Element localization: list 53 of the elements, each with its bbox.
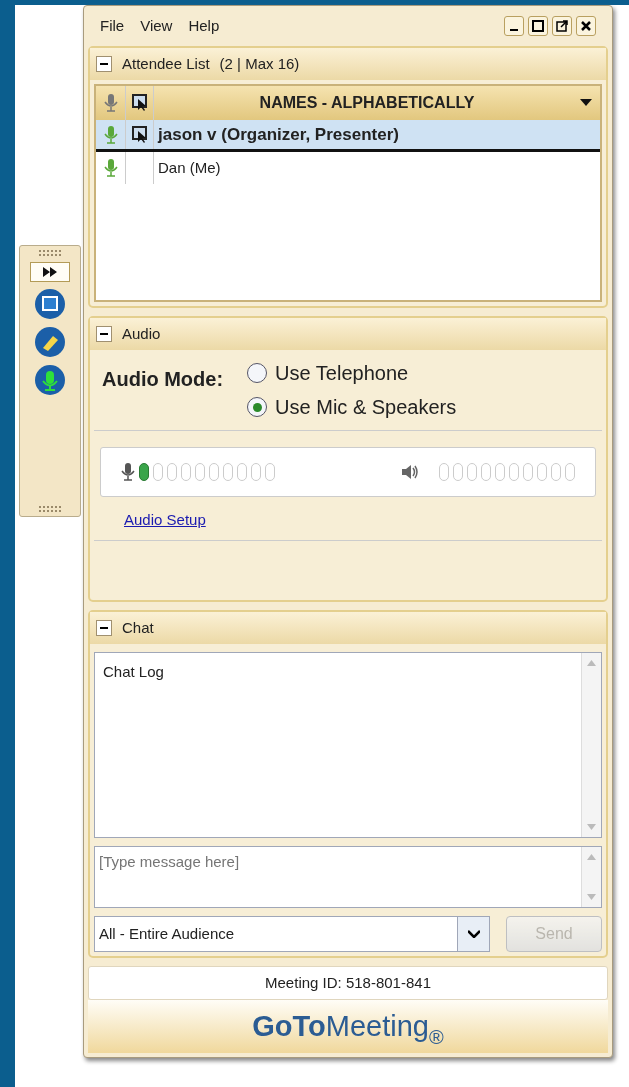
- fast-forward-icon: [43, 267, 57, 277]
- popout-button[interactable]: [552, 16, 572, 36]
- meeting-id: Meeting ID: 518-801-841: [88, 966, 608, 1000]
- microphone-icon: [121, 463, 135, 481]
- collapse-button[interactable]: [96, 620, 112, 636]
- panel-title: Audio: [122, 323, 161, 344]
- maximize-button[interactable]: [528, 16, 548, 36]
- panel-title: Attendee List: [122, 53, 210, 74]
- dropdown-arrow-icon[interactable]: [580, 99, 592, 107]
- grip-handle[interactable]: [39, 506, 61, 512]
- radio-button[interactable]: [247, 363, 268, 383]
- collapse-button[interactable]: [96, 56, 112, 72]
- audio-setup-link[interactable]: Audio Setup: [124, 511, 206, 528]
- recipient-dropdown[interactable]: All - Entire Audience: [94, 916, 490, 952]
- minus-icon: [100, 63, 108, 65]
- microphone-icon: [103, 94, 118, 112]
- radio-option[interactable]: Use Telephone: [247, 358, 457, 388]
- close-icon: [580, 20, 592, 32]
- highlighter-icon[interactable]: [34, 326, 66, 358]
- speaker-icon: [401, 464, 419, 480]
- radio-label: Use Telephone: [275, 361, 409, 386]
- column-header[interactable]: NAMES - ALPHABETICALLY: [96, 86, 600, 120]
- chat-log-text: Chat Log: [103, 663, 164, 680]
- presenter-icon: [131, 94, 148, 112]
- menu-item[interactable]: File: [100, 14, 125, 38]
- attendee-row[interactable]: jason v (Organizer, Presenter): [96, 120, 600, 152]
- grip-handle[interactable]: [39, 250, 61, 256]
- attendee-name: jason v (Organizer, Presenter): [156, 123, 399, 146]
- microphone-icon: [103, 125, 118, 144]
- attendee-count: (2 | Max 16): [219, 53, 300, 74]
- header-label: NAMES - ALPHABETICALLY: [258, 93, 476, 113]
- panel-title: Chat: [122, 617, 154, 638]
- microphone-icon: [103, 159, 118, 177]
- maximize-icon: [532, 20, 544, 32]
- popout-icon: [556, 20, 568, 32]
- radio-button[interactable]: [247, 397, 268, 417]
- minimize-button[interactable]: [504, 16, 524, 36]
- expand-button[interactable]: [30, 262, 70, 282]
- audio-mode-label: Audio Mode:: [102, 367, 224, 392]
- radio-label: Use Mic & Speakers: [275, 395, 457, 420]
- attendee-name: Dan (Me): [157, 157, 221, 178]
- close-button[interactable]: [576, 16, 596, 36]
- collapse-button[interactable]: [96, 326, 112, 342]
- attendee-row[interactable]: Dan (Me): [96, 152, 600, 184]
- menu-item[interactable]: Help: [188, 14, 220, 38]
- minus-icon: [100, 627, 108, 629]
- minus-icon: [100, 333, 108, 335]
- menu-item[interactable]: View: [140, 14, 173, 38]
- minimize-icon: [510, 29, 518, 31]
- screen-share-icon[interactable]: [34, 288, 66, 320]
- logo: GoToMeeting®: [88, 1000, 608, 1053]
- radio-option[interactable]: Use Mic & Speakers: [247, 392, 457, 422]
- microphone-icon[interactable]: [34, 364, 66, 396]
